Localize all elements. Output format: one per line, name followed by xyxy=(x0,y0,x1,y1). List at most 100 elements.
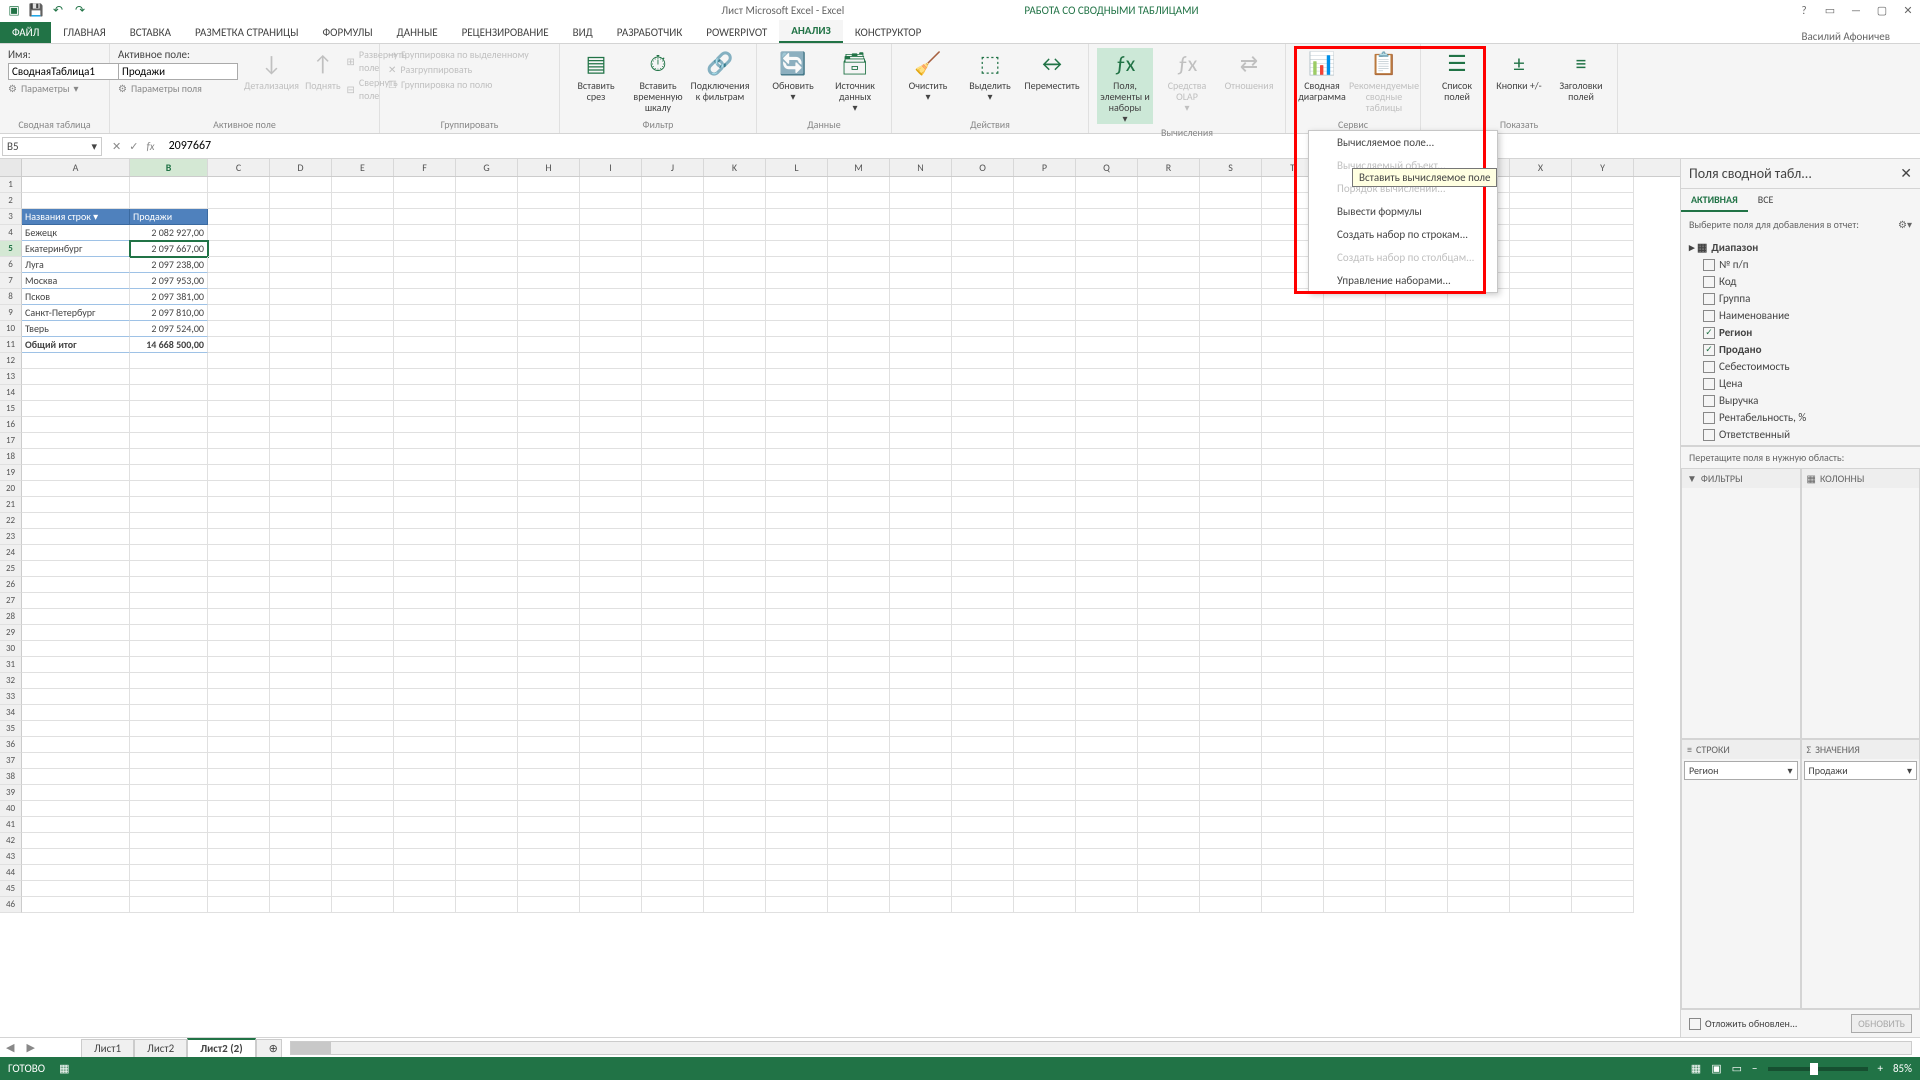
cell[interactable] xyxy=(1138,401,1200,417)
refresh-button[interactable]: 🔄Обновить▾ xyxy=(765,48,821,102)
cell[interactable] xyxy=(1076,593,1138,609)
cell[interactable] xyxy=(766,785,828,801)
cell[interactable] xyxy=(1262,433,1324,449)
cell[interactable] xyxy=(890,897,952,913)
col-header-G[interactable]: G xyxy=(456,159,518,176)
cell[interactable] xyxy=(518,897,580,913)
cell[interactable] xyxy=(270,737,332,753)
cell[interactable] xyxy=(332,849,394,865)
cell[interactable]: Екатеринбург xyxy=(22,241,130,257)
cell[interactable] xyxy=(704,465,766,481)
cell[interactable] xyxy=(1014,417,1076,433)
cell[interactable] xyxy=(208,705,270,721)
cell[interactable] xyxy=(208,609,270,625)
cell[interactable] xyxy=(208,657,270,673)
cell[interactable] xyxy=(704,881,766,897)
cell[interactable] xyxy=(890,817,952,833)
cell[interactable] xyxy=(394,401,456,417)
cell[interactable] xyxy=(130,769,208,785)
cell[interactable] xyxy=(642,401,704,417)
cell[interactable] xyxy=(456,801,518,817)
cell[interactable] xyxy=(1386,769,1448,785)
cell[interactable] xyxy=(1138,513,1200,529)
zoom-slider[interactable] xyxy=(1768,1067,1868,1071)
cell[interactable] xyxy=(642,177,704,193)
cell[interactable] xyxy=(1014,289,1076,305)
cell[interactable] xyxy=(22,721,130,737)
cell[interactable] xyxy=(1572,529,1634,545)
cell[interactable] xyxy=(890,417,952,433)
cell[interactable] xyxy=(1262,417,1324,433)
cell[interactable] xyxy=(828,577,890,593)
cell[interactable] xyxy=(130,817,208,833)
cell[interactable] xyxy=(1572,497,1634,513)
cell[interactable] xyxy=(642,289,704,305)
cell[interactable] xyxy=(270,673,332,689)
sheet-tab-2[interactable]: Лист2 xyxy=(134,1039,187,1057)
cell[interactable] xyxy=(456,273,518,289)
cell[interactable] xyxy=(1262,897,1324,913)
cell[interactable] xyxy=(1014,449,1076,465)
cell[interactable] xyxy=(580,273,642,289)
area-values-drop[interactable]: Продажи▾ xyxy=(1802,759,1920,1009)
cell[interactable] xyxy=(642,209,704,225)
cell[interactable] xyxy=(208,689,270,705)
cell[interactable] xyxy=(1324,833,1386,849)
cell[interactable] xyxy=(1076,769,1138,785)
sheet-nav-next[interactable]: ▶ xyxy=(20,1041,40,1054)
cell[interactable] xyxy=(890,401,952,417)
cell[interactable] xyxy=(1014,353,1076,369)
field-checkbox[interactable] xyxy=(1703,259,1715,271)
dd-calc-field[interactable]: Вычисляемое поле... xyxy=(1309,131,1497,154)
cell[interactable] xyxy=(766,753,828,769)
col-header-N[interactable]: N xyxy=(890,159,952,176)
cell[interactable] xyxy=(704,513,766,529)
cell[interactable] xyxy=(518,177,580,193)
cell[interactable] xyxy=(828,241,890,257)
cell[interactable] xyxy=(580,289,642,305)
cell[interactable] xyxy=(518,817,580,833)
row-header[interactable]: 2 xyxy=(0,193,22,209)
cell[interactable] xyxy=(1448,609,1510,625)
cell[interactable] xyxy=(456,433,518,449)
cell[interactable] xyxy=(1138,641,1200,657)
field-checkbox[interactable] xyxy=(1703,310,1715,322)
cell[interactable] xyxy=(22,465,130,481)
cell[interactable] xyxy=(1076,833,1138,849)
cell[interactable] xyxy=(766,865,828,881)
cell[interactable] xyxy=(1262,577,1324,593)
cell[interactable] xyxy=(1014,369,1076,385)
cell[interactable] xyxy=(394,241,456,257)
cell[interactable] xyxy=(270,593,332,609)
field-Продано[interactable]: ✓Продано xyxy=(1687,341,1914,358)
cell[interactable] xyxy=(952,737,1014,753)
cell[interactable] xyxy=(270,849,332,865)
cell[interactable] xyxy=(130,369,208,385)
cell[interactable] xyxy=(828,865,890,881)
cell[interactable] xyxy=(1572,881,1634,897)
cell[interactable] xyxy=(1200,513,1262,529)
row-header[interactable]: 14 xyxy=(0,385,22,401)
cell[interactable] xyxy=(890,737,952,753)
col-header-J[interactable]: J xyxy=(642,159,704,176)
field-Группа[interactable]: Группа xyxy=(1687,290,1914,307)
cell[interactable] xyxy=(1138,833,1200,849)
cell[interactable] xyxy=(704,177,766,193)
cell[interactable]: Общий итог xyxy=(22,337,130,353)
cell[interactable] xyxy=(1572,705,1634,721)
cell[interactable] xyxy=(518,673,580,689)
cell[interactable]: 2 097 667,00 xyxy=(130,241,208,257)
cell[interactable] xyxy=(1448,465,1510,481)
cell[interactable] xyxy=(828,657,890,673)
cell[interactable] xyxy=(22,369,130,385)
cell[interactable] xyxy=(1324,785,1386,801)
cell[interactable] xyxy=(332,545,394,561)
cell[interactable] xyxy=(208,769,270,785)
cell[interactable] xyxy=(456,209,518,225)
cell[interactable] xyxy=(580,689,642,705)
cell[interactable] xyxy=(580,193,642,209)
cell[interactable] xyxy=(394,705,456,721)
field-Ответственный[interactable]: Ответственный xyxy=(1687,426,1914,443)
cell[interactable] xyxy=(642,801,704,817)
cell[interactable] xyxy=(828,561,890,577)
